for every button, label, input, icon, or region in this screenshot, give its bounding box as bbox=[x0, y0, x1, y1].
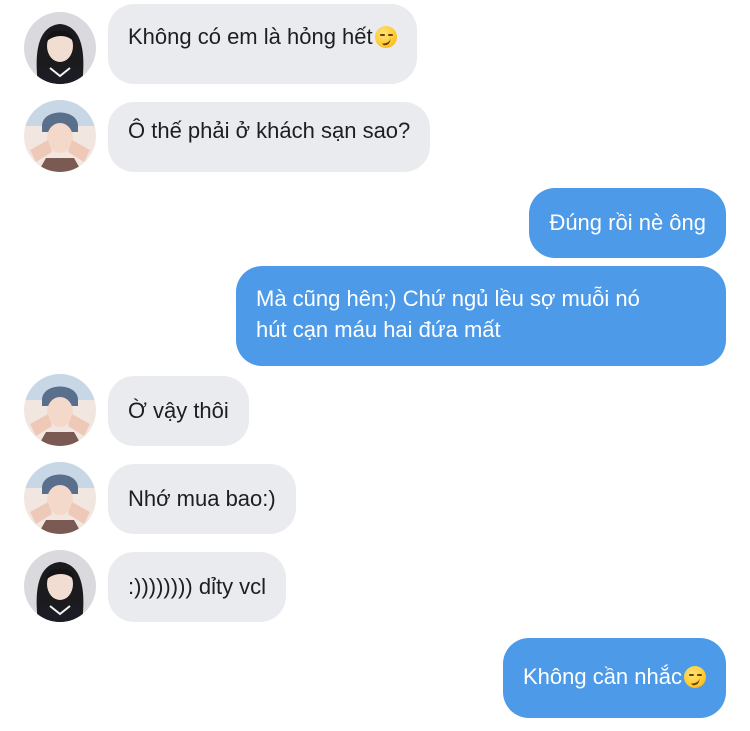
message-bubble-incoming[interactable]: Nhớ mua bao:) bbox=[108, 464, 296, 534]
avatar-boy-image bbox=[24, 462, 96, 534]
message-text: Ô thế phải ở khách sạn sao? bbox=[128, 118, 411, 143]
message-text-line: Mà cũng hên;) Chứ ngủ lều sợ muỗi nó bbox=[256, 286, 640, 311]
avatar-boy[interactable] bbox=[24, 374, 96, 446]
avatar-girl[interactable] bbox=[24, 12, 96, 84]
message-text: Không có em là hỏng hết bbox=[128, 24, 373, 49]
avatar-boy[interactable] bbox=[24, 100, 96, 172]
message-text-line: hút cạn máu hai đứa mất bbox=[256, 317, 501, 342]
message-bubble-outgoing[interactable]: Đúng rồi nè ông bbox=[529, 188, 726, 258]
message-text: Đúng rồi nè ông bbox=[549, 210, 706, 235]
smirking-face-icon bbox=[374, 26, 397, 48]
message-text: :)))))))) dỉty vcl bbox=[128, 574, 267, 599]
avatar-girl-image bbox=[24, 12, 96, 84]
avatar-boy-image bbox=[24, 100, 96, 172]
message-bubble-outgoing[interactable]: Mà cũng hên;) Chứ ngủ lều sợ muỗi nó hút… bbox=[236, 266, 726, 366]
message-bubble-incoming[interactable]: Không có em là hỏng hết bbox=[108, 4, 417, 84]
avatar-boy-image bbox=[24, 374, 96, 446]
message-bubble-incoming[interactable]: :)))))))) dỉty vcl bbox=[108, 552, 287, 622]
message-text: Nhớ mua bao:) bbox=[128, 486, 276, 511]
message-text: Không cần nhắc bbox=[522, 664, 682, 689]
message-bubble-incoming[interactable]: Ờ vậy thôi bbox=[108, 376, 249, 446]
avatar-girl[interactable] bbox=[24, 550, 96, 622]
message-bubble-incoming[interactable]: Ô thế phải ở khách sạn sao? bbox=[108, 102, 431, 172]
avatar-girl-image bbox=[24, 550, 96, 622]
message-text: Ờ vậy thôi bbox=[128, 398, 229, 423]
message-bubble-outgoing[interactable]: Không cần nhắc bbox=[502, 638, 726, 718]
avatar-boy[interactable] bbox=[24, 462, 96, 534]
smirking-face-icon bbox=[684, 666, 706, 688]
